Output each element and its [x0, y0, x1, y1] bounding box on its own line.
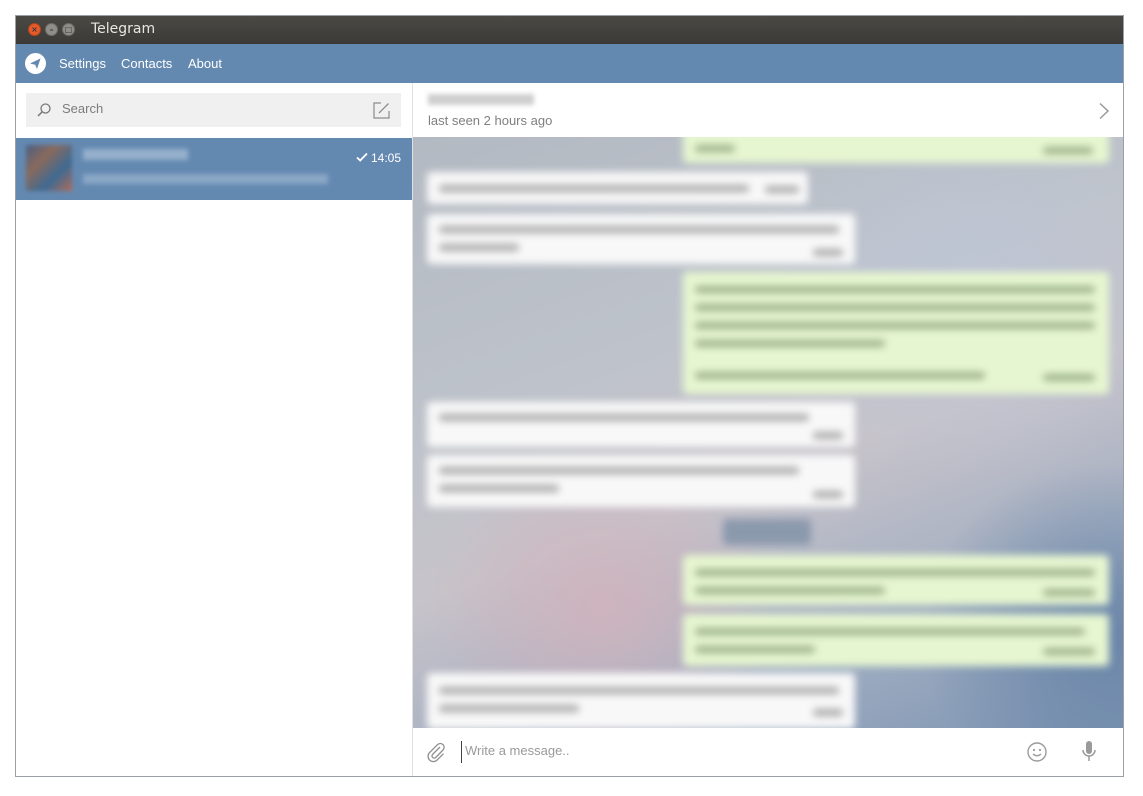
dialog-time-text: 14:05 [370, 151, 401, 165]
telegram-window: × – □ Telegram Settings Contacts About S… [15, 15, 1124, 777]
message-bubble-out [683, 137, 1109, 163]
message-composer: Write a message.. [413, 728, 1123, 776]
dialog-item[interactable]: 14:05 [16, 138, 412, 200]
search-input[interactable]: Search [26, 93, 401, 127]
search-placeholder: Search [62, 101, 104, 116]
maximize-icon: □ [64, 24, 73, 34]
message-bubble-in [427, 172, 808, 204]
message-bubble-in [427, 455, 855, 507]
peer-status: last seen 2 hours ago [428, 113, 553, 128]
message-bubble-out [683, 272, 1109, 394]
date-separator [723, 519, 811, 545]
message-bubble-in [427, 673, 855, 729]
title-bar: × – □ Telegram [16, 16, 1123, 44]
avatar [26, 145, 72, 191]
microphone-icon[interactable] [1081, 740, 1097, 768]
message-bubble-in [427, 402, 855, 447]
message-bubble-in [427, 214, 855, 264]
message-bubble-out [683, 614, 1109, 666]
attach-icon[interactable] [425, 741, 447, 767]
read-check-icon [356, 151, 368, 165]
telegram-logo-icon[interactable] [25, 53, 46, 74]
chat-header[interactable]: last seen 2 hours ago [413, 83, 1123, 137]
menu-contacts[interactable]: Contacts [121, 56, 172, 71]
emoji-icon[interactable] [1026, 741, 1048, 767]
message-bubble-out [683, 555, 1109, 605]
dialog-name-redacted [83, 149, 188, 160]
maximize-window-button[interactable]: □ [62, 23, 75, 36]
dialog-preview-redacted [83, 174, 328, 184]
blurred-messages [413, 137, 1123, 729]
menu-about[interactable]: About [188, 56, 222, 71]
chat-panel: last seen 2 hours ago Write a message.. [413, 83, 1123, 776]
menu-bar: Settings Contacts About [16, 44, 1123, 83]
search-icon [36, 102, 52, 122]
window-title: Telegram [91, 21, 156, 37]
dialog-time: 14:05 [356, 151, 401, 165]
chevron-right-icon[interactable] [1098, 102, 1110, 124]
dialogs-panel: Search 14:05 [16, 83, 412, 776]
peer-name-redacted [428, 94, 534, 105]
message-history[interactable] [413, 137, 1123, 729]
message-input[interactable]: Write a message.. [461, 741, 1005, 763]
new-message-icon[interactable] [372, 101, 391, 124]
close-icon: × [31, 24, 38, 34]
menu-settings[interactable]: Settings [59, 56, 106, 71]
close-window-button[interactable]: × [28, 23, 41, 36]
minimize-window-button[interactable]: – [45, 23, 58, 36]
minimize-icon: – [49, 24, 54, 34]
